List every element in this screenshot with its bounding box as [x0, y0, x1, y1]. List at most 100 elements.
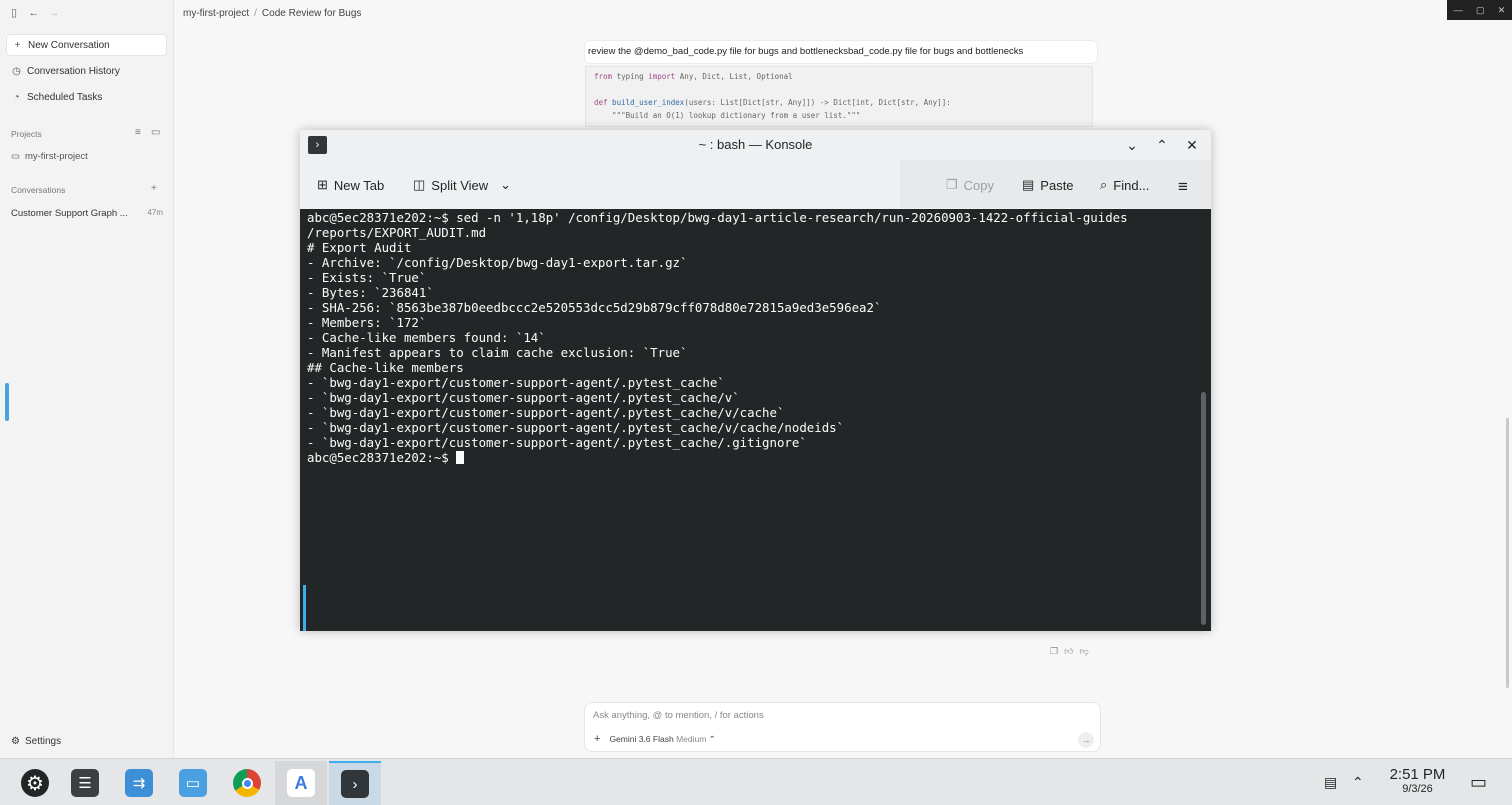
conversation-item[interactable]: Customer Support Graph ... 47m — [11, 208, 163, 219]
chevron-up-icon[interactable]: ⌃ — [1352, 759, 1364, 805]
taskbar-app-mixer[interactable]: ☰ — [59, 761, 111, 805]
chevron-down-icon[interactable]: ⌄ — [1122, 135, 1142, 155]
terminal-line: - `bwg-day1-export/customer-support-agen… — [307, 405, 785, 420]
model-mode: Medium — [676, 733, 707, 744]
new-conversation-label: New Conversation — [28, 39, 110, 51]
clock-date: 9/3/26 — [1402, 783, 1433, 795]
projects-section-label: Projects — [11, 129, 42, 139]
taskbar-app-konsole[interactable]: › — [329, 761, 381, 805]
code-keyword: def — [594, 98, 608, 107]
chevron-up-icon: ⌃ — [708, 733, 716, 744]
paste-label: Paste — [1040, 177, 1074, 193]
clock-time: 2:51 PM — [1389, 766, 1446, 783]
find-button[interactable]: ⌕ Find... — [1100, 177, 1149, 193]
sidebar-scroll-indicator — [5, 383, 9, 421]
code-text: typing — [612, 72, 649, 81]
user-prompt-bubble: review the @demo_bad_code.py file for bu… — [584, 40, 1098, 64]
terminal-prompt: abc@5ec28371e202:~$ — [307, 450, 457, 465]
chevron-up-icon[interactable]: ⌃ — [1152, 135, 1172, 155]
thumbs-up-icon[interactable]: 👍︎ — [1064, 646, 1073, 657]
terminal-line: ## Cache-like members — [307, 360, 464, 375]
minimize-icon[interactable]: — — [1454, 5, 1463, 15]
terminal-line: - `bwg-day1-export/customer-support-agen… — [307, 390, 740, 405]
paste-button[interactable]: ▤ Paste — [1022, 177, 1074, 193]
chat-input-placeholder[interactable]: Ask anything, @ to mention, / for action… — [593, 710, 764, 721]
send-button[interactable]: → — [1078, 732, 1094, 748]
new-conversation-button[interactable]: + New Conversation — [6, 34, 167, 56]
maximize-icon[interactable]: ▢ — [1476, 5, 1485, 16]
copy-button[interactable]: ❐ Copy — [946, 177, 994, 193]
attach-plus-icon[interactable]: + — [594, 733, 600, 745]
taskbar-app-file-manager[interactable]: ▭ — [167, 761, 219, 805]
conversation-title: Customer Support Graph ... — [11, 208, 128, 219]
model-selector[interactable]: Gemini 3.6 Flash Medium ⌃ — [609, 734, 715, 745]
split-view-button[interactable]: ◫ Split View ⌄ — [413, 177, 511, 193]
terminal-line: abc@5ec28371e202:~$ sed -n '1,18p' /conf… — [307, 210, 1128, 225]
send-arrow-icon: → — [1081, 735, 1091, 745]
taskbar-app-antigravity[interactable]: A — [275, 761, 327, 805]
terminal-line: - Cache-like members found: `14` — [307, 330, 546, 345]
response-actions: ❐ 👍︎ 👎︎ — [1050, 646, 1089, 657]
breadcrumb: my-first-project / Code Review for Bugs — [183, 8, 361, 19]
copy-icon[interactable]: ❐ — [1050, 646, 1058, 657]
terminal-line: /reports/EXPORT_AUDIT.md — [307, 225, 487, 240]
close-icon[interactable]: ✕ — [1182, 135, 1202, 155]
sidebar-toggle-icon[interactable]: ▯ — [8, 7, 20, 19]
filter-icon[interactable]: ≡ — [135, 127, 141, 138]
code-docstring: """Build an O(1) lookup dictionary from … — [594, 111, 861, 120]
conversation-history-button[interactable]: ◷ Conversation History — [6, 60, 167, 82]
terminal-focus-indicator — [303, 585, 306, 631]
new-folder-icon[interactable]: ▭ — [151, 127, 160, 138]
settings-button[interactable]: ⚙ Settings — [11, 736, 61, 747]
taskbar-app-system-settings[interactable]: ⚙ — [9, 761, 61, 805]
clipboard-tray-icon[interactable]: ▤ — [1324, 759, 1337, 805]
sidebar-top-controls: ▯ ← → — [8, 7, 60, 19]
taskbar-app-chrome[interactable] — [221, 761, 273, 805]
konsole-titlebar[interactable]: › ~ : bash — Konsole ⌄ ⌃ ✕ — [300, 130, 1211, 160]
taskbar: ⚙ ☰ ⇉ ▭ A › ▤ ⌃ 2:51 PM 9/3/26 ▭ — [0, 758, 1512, 805]
terminal-area[interactable]: abc@5ec28371e202:~$ sed -n '1,18p' /conf… — [300, 209, 1211, 631]
code-keyword: import — [648, 72, 676, 81]
terminal-scrollbar[interactable] — [1201, 392, 1206, 625]
scheduled-tasks-label: Scheduled Tasks — [27, 91, 103, 103]
breadcrumb-page: Code Review for Bugs — [261, 8, 362, 19]
system-clock[interactable]: 2:51 PM 9/3/26 — [1380, 766, 1455, 795]
new-tab-icon: ⊞ — [317, 177, 328, 192]
konsole-toolbar: ⊞ New Tab ◫ Split View ⌄ ❐ Copy ▤ Paste … — [300, 168, 1211, 208]
taskbar-app-discover[interactable]: ⇉ — [113, 761, 165, 805]
show-desktop-icon[interactable]: ▭ — [1470, 759, 1487, 805]
scheduled-tasks-button[interactable]: ◔ Scheduled Tasks — [6, 86, 167, 108]
terminal-line: - Members: `172` — [307, 315, 427, 330]
terminal-cursor — [456, 451, 465, 464]
gear-icon: ⚙ — [11, 736, 20, 747]
code-function: build_user_index — [607, 98, 685, 107]
terminal-line: - Manifest appears to claim cache exclus… — [307, 345, 688, 360]
clipboard-icon: ▤ — [1022, 177, 1035, 192]
new-tab-label: New Tab — [333, 177, 385, 193]
add-conversation-icon[interactable]: + — [151, 183, 157, 194]
main-scrollbar[interactable] — [1506, 418, 1509, 688]
chat-input-box[interactable]: Ask anything, @ to mention, / for action… — [584, 702, 1101, 752]
discover-store-icon: ⇉ — [125, 769, 153, 797]
settings-label: Settings — [24, 736, 62, 747]
window-controls: — ▢ ✕ — [1447, 0, 1512, 20]
model-name: Gemini 3.6 Flash — [609, 733, 674, 744]
breadcrumb-project[interactable]: my-first-project — [183, 8, 249, 19]
forward-arrow-icon[interactable]: → — [48, 7, 60, 19]
chevron-down-icon[interactable]: ⌄ — [500, 177, 511, 193]
clock-icon: ◔ — [13, 91, 20, 103]
history-icon: ◷ — [12, 65, 21, 77]
project-item[interactable]: ▭ my-first-project — [11, 151, 88, 162]
new-tab-button[interactable]: ⊞ New Tab — [317, 177, 384, 193]
konsole-icon: › — [341, 770, 369, 798]
close-icon[interactable]: ✕ — [1498, 5, 1506, 16]
terminal-output: abc@5ec28371e202:~$ sed -n '1,18p' /conf… — [307, 210, 1128, 465]
plus-icon: + — [14, 39, 21, 51]
terminal-line: - Bytes: `236841` — [307, 285, 434, 300]
terminal-line: - Exists: `True` — [307, 270, 427, 285]
thumbs-down-icon[interactable]: 👎︎ — [1079, 646, 1088, 657]
app-sidebar: ▯ ← → + New Conversation ◷ Conversation … — [0, 0, 174, 760]
back-arrow-icon[interactable]: ← — [28, 7, 40, 19]
hamburger-menu-icon[interactable]: ≡ — [1178, 177, 1188, 197]
split-view-label: Split View — [431, 177, 489, 193]
